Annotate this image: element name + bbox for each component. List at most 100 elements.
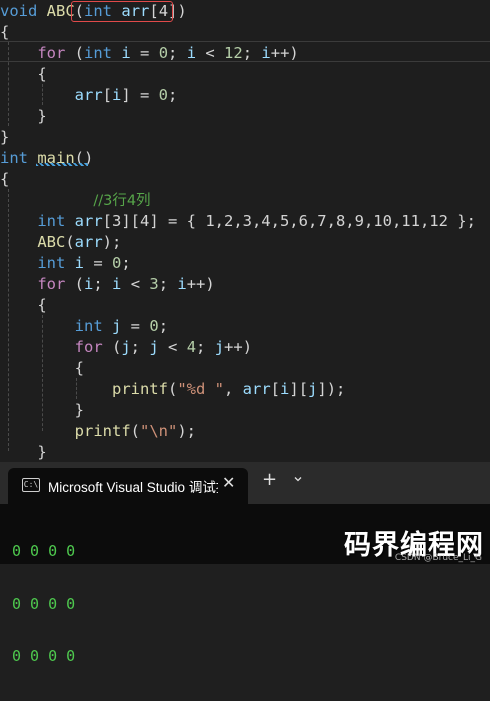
code-line: } <box>0 442 46 463</box>
code-token: { <box>0 65 47 83</box>
code-token: 12 <box>224 44 243 62</box>
code-token: < <box>196 44 225 62</box>
code-token: int <box>0 149 28 167</box>
code-line: } <box>0 106 47 127</box>
code-token: int <box>84 44 112 62</box>
output-line: 0 0 0 0 <box>12 542 76 560</box>
squiggle-underline <box>36 163 88 166</box>
highlight-box <box>71 1 173 22</box>
code-token: ] = <box>121 86 159 104</box>
terminal-icon: C:\ <box>22 478 40 492</box>
code-line: { <box>0 64 47 85</box>
code-token: i <box>84 275 94 293</box>
code-token: ++) <box>186 275 215 293</box>
code-line: } <box>0 127 9 148</box>
code-line: { <box>0 358 84 379</box>
terminal-titlebar: C:\ Microsoft Visual Studio 调试控制台 ✕ + <box>0 462 490 504</box>
code-token: ; <box>121 254 131 272</box>
code-token: for <box>37 44 66 62</box>
code-token: < <box>121 275 150 293</box>
code-token: arr <box>242 380 271 398</box>
code-token: [ <box>270 380 281 398</box>
code-token: arr <box>74 212 103 230</box>
chevron-down-icon[interactable] <box>294 475 302 483</box>
code-token: ]); <box>317 380 346 398</box>
code-token: ; <box>93 275 113 293</box>
code-token: ++) <box>270 44 299 62</box>
code-line: int i = 0; <box>0 253 131 274</box>
code-token: = <box>121 317 150 335</box>
code-token: , <box>224 380 243 398</box>
code-token: } <box>0 107 47 125</box>
code-token: j <box>149 338 159 356</box>
code-line: for (j; j < 4; j++) <box>0 337 252 358</box>
code-token: for <box>74 338 103 356</box>
new-tab-icon[interactable]: + <box>262 471 277 489</box>
code-token: ( <box>102 338 122 356</box>
code-token: "%d " <box>177 380 224 398</box>
code-token: for <box>37 275 66 293</box>
code-token: ; <box>130 338 150 356</box>
code-token: = <box>130 44 159 62</box>
code-token: ; <box>242 44 262 62</box>
code-line: } <box>0 400 84 421</box>
code-token: int <box>74 317 103 335</box>
code-token: } <box>0 128 10 146</box>
close-icon[interactable]: ✕ <box>222 473 235 492</box>
code-token: ; <box>196 338 215 356</box>
code-token: ( <box>167 380 178 398</box>
code-token: ; <box>168 86 178 104</box>
code-token: i <box>121 44 131 62</box>
terminal-tab[interactable]: C:\ Microsoft Visual Studio 调试控制台 ✕ <box>8 468 248 504</box>
code-token: ][ <box>289 380 309 398</box>
code-token: [3][4] = { 1,2,3,4,5,6,7,8,9,10,11,12 }; <box>102 212 476 230</box>
code-token: i <box>177 275 187 293</box>
code-token: int <box>37 254 66 272</box>
code-token: i <box>261 44 271 62</box>
code-token: ); <box>177 422 196 440</box>
code-token: printf <box>74 422 131 440</box>
code-token: i <box>112 86 122 104</box>
code-token: ABC <box>37 233 66 251</box>
code-token: ( <box>65 275 84 293</box>
code-token: < <box>158 338 187 356</box>
code-line: int j = 0; <box>0 316 168 337</box>
code-token: ; <box>158 317 169 335</box>
code-token: j <box>112 317 122 335</box>
code-token: i <box>74 254 85 272</box>
code-token: 3 <box>149 275 159 293</box>
code-token: i <box>112 275 122 293</box>
code-line: printf("\n"); <box>0 421 196 442</box>
code-editor[interactable]: void ABC(int arr[4]){ for (int i = 0; i … <box>0 0 490 462</box>
code-token: j <box>121 338 131 356</box>
code-token: 0 <box>112 254 122 272</box>
code-line: arr[i] = 0; <box>0 85 178 106</box>
code-token: j <box>214 338 225 356</box>
code-token: "\n" <box>140 422 178 440</box>
code-token: { <box>0 23 10 41</box>
terminal-tab-title: Microsoft Visual Studio 调试控制台 <box>48 480 218 495</box>
output-line: 0 0 0 0 <box>12 594 76 613</box>
code-token: j <box>308 380 318 398</box>
code-token: ( <box>65 44 84 62</box>
code-token: { <box>0 170 10 188</box>
code-token: ; <box>158 275 178 293</box>
code-token: arr <box>74 233 103 251</box>
code-token: ++) <box>224 338 253 356</box>
code-token: i <box>186 44 197 62</box>
code-line: ABC(arr); <box>0 232 121 253</box>
